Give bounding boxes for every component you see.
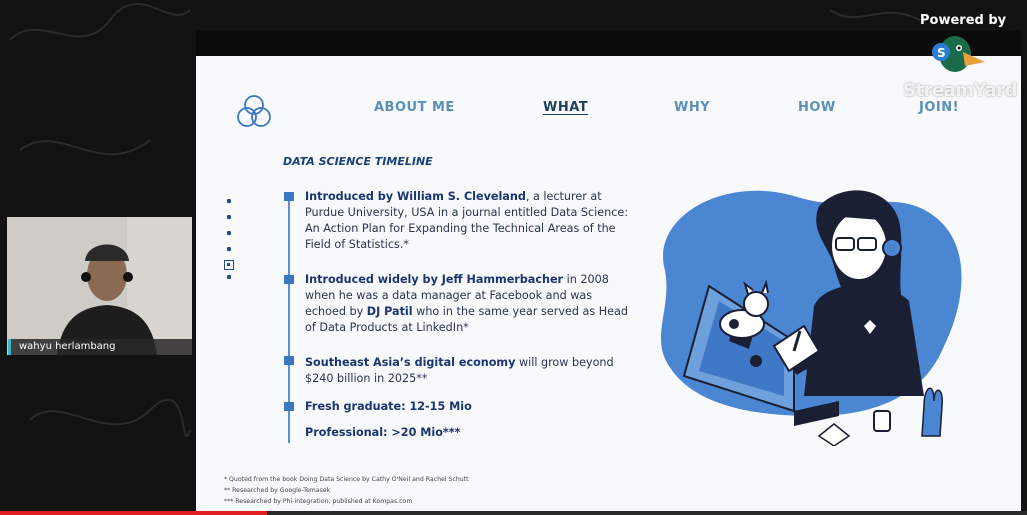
timeline-item: Southeast Asia’s digital economy will gr… [305, 355, 635, 387]
slide-pagination [224, 199, 236, 279]
nav-what[interactable]: WHAT [543, 100, 588, 115]
page-dot[interactable] [227, 199, 231, 203]
timeline-item-bold: Fresh graduate: 12-15 Mio [305, 400, 472, 413]
footnotes: * Quoted from the book Doing Data Scienc… [224, 474, 469, 507]
svg-text:S: S [937, 46, 946, 60]
streamyard-brand: StreamYard [903, 80, 1017, 101]
slide-nav: ABOUT ME WHAT WHY HOW JOIN! [196, 100, 1021, 120]
timeline-marker [284, 192, 294, 201]
webcam-feed [7, 217, 192, 355]
woman-with-laptop-and-cat-illustration [660, 190, 962, 446]
nav-how[interactable]: HOW [798, 100, 836, 115]
footnote: ** Researched by Google-Temasek [224, 487, 331, 494]
timeline-item-bold: Professional: >20 Mio*** [305, 426, 461, 439]
page-dot[interactable] [227, 231, 231, 235]
streamyard-duck-logo-icon: S [932, 36, 985, 72]
timeline-item-bold: Introduced by William S. Cleveland [305, 190, 526, 203]
page-dot-current[interactable] [224, 260, 234, 270]
timeline-item-bold: Introduced widely by Jeff Hammerbacher [305, 273, 564, 286]
person-silhouette-icon [7, 217, 192, 355]
timeline-item: Introduced widely by Jeff Hammerbacher i… [305, 272, 635, 336]
timeline-item: Fresh graduate: 12-15 Mio [305, 399, 635, 415]
page-dot[interactable] [227, 247, 231, 251]
timeline-item-bold: Southeast Asia’s digital economy [305, 356, 516, 369]
timeline-item: Introduced by William S. Cleveland, a le… [305, 189, 635, 253]
video-progress-bar[interactable] [0, 511, 1027, 515]
nav-about-me[interactable]: ABOUT ME [374, 100, 455, 115]
page-dot[interactable] [227, 275, 231, 279]
nav-join[interactable]: JOIN! [919, 100, 959, 115]
timeline-item-bold-2: DJ Patil [366, 305, 413, 318]
slide-topbar [196, 30, 1021, 56]
timeline-item: Professional: >20 Mio*** [305, 425, 635, 441]
powered-by-label: Powered by [920, 13, 1007, 28]
timeline-marker [284, 402, 294, 411]
stream-stage: ABOUT ME WHAT WHY HOW JOIN! DATA SCIENCE… [0, 0, 1027, 515]
footnote: * Quoted from the book Doing Data Scienc… [224, 476, 469, 483]
section-title: DATA SCIENCE TIMELINE [283, 155, 433, 168]
presentation-slide: ABOUT ME WHAT WHY HOW JOIN! DATA SCIENCE… [196, 56, 1021, 514]
participant-name: wahyu herlambang [19, 341, 116, 352]
footnote: *** Researched by Phi-integration, publi… [224, 498, 413, 505]
video-progress-fill [0, 511, 268, 515]
timeline-marker [284, 356, 294, 365]
participant-name-label: wahyu herlambang [8, 339, 192, 355]
timeline-marker [284, 275, 294, 284]
nav-why[interactable]: WHY [674, 100, 710, 115]
page-dot[interactable] [227, 215, 231, 219]
